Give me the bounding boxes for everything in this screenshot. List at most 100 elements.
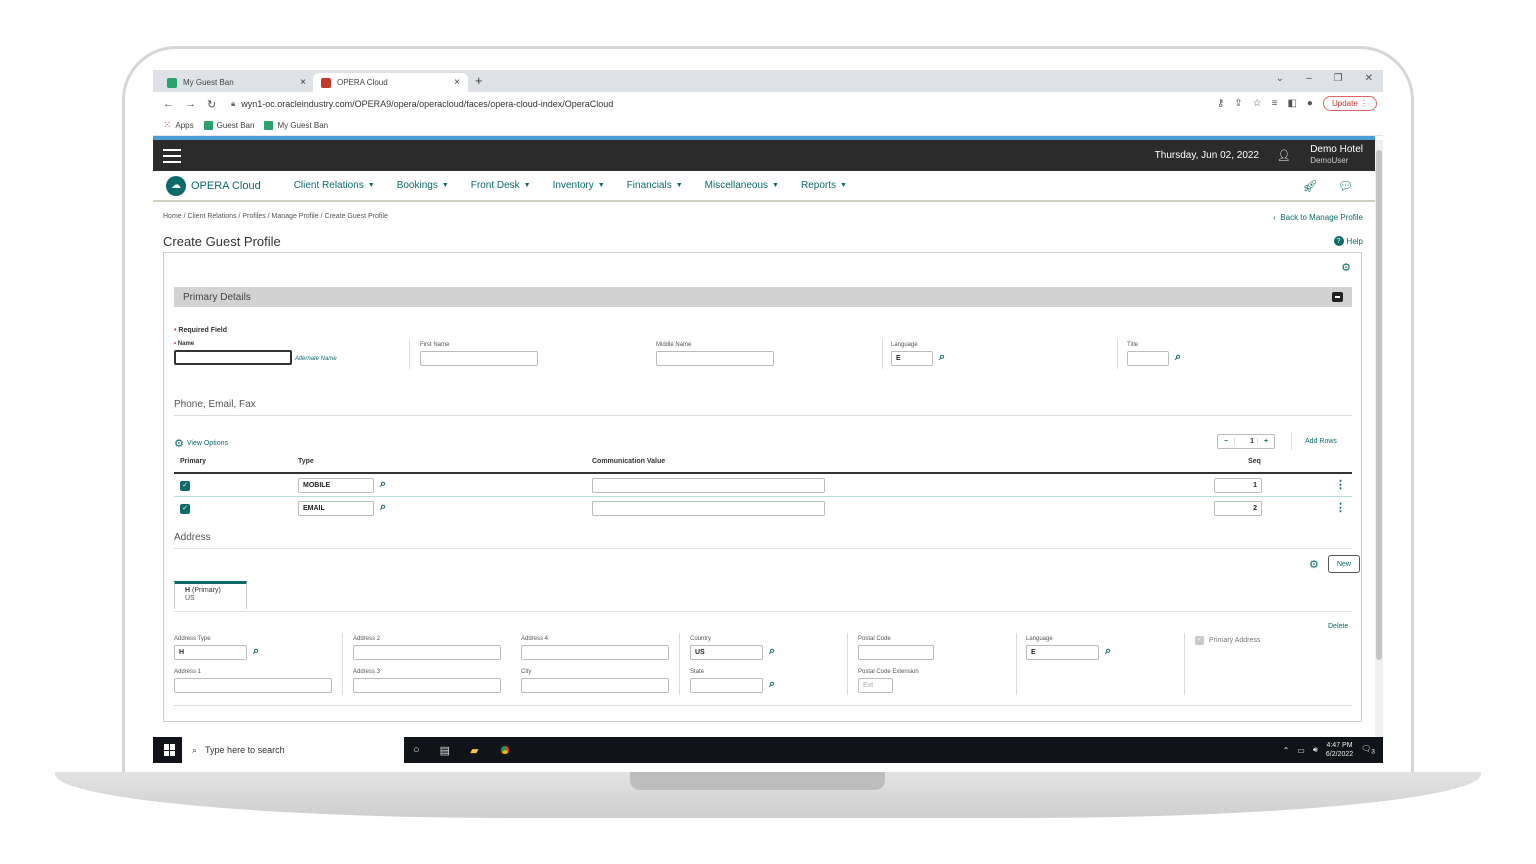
row-actions-kebab-icon[interactable]: ⋮ — [1335, 501, 1346, 514]
url-field[interactable]: 🔒︎ wyn1-oc.oracleindustry.com/OPERA9/ope… — [231, 99, 613, 109]
view-options-link[interactable]: ⚙ View Options — [174, 437, 228, 450]
country-input[interactable]: US — [690, 645, 763, 660]
share-icon[interactable]: ⇪ — [1234, 98, 1242, 109]
new-address-button[interactable]: New — [1328, 555, 1360, 573]
address-language-search-icon[interactable]: ⌕ — [1105, 645, 1111, 658]
language-search-icon[interactable]: ⌕ — [939, 351, 945, 364]
decrement-button[interactable]: − — [1218, 438, 1234, 445]
type-input[interactable]: EMAIL — [298, 501, 374, 516]
collapse-icon[interactable] — [1332, 292, 1343, 302]
browser-tab-guest-ban[interactable]: My Guest Ban × — [159, 73, 314, 92]
hotel-user-info[interactable]: Demo Hotel DemoUser — [1310, 144, 1363, 166]
rows-stepper[interactable]: − 1 + — [1217, 434, 1275, 449]
state-input[interactable] — [690, 678, 763, 693]
primary-details-header[interactable]: Primary Details — [174, 287, 1352, 307]
rocket-icon[interactable]: 🚀︎ — [1303, 179, 1318, 193]
browser-tab-opera-cloud[interactable]: OPERA Cloud × — [313, 73, 468, 92]
restore-button[interactable]: ❐ — [1334, 73, 1343, 84]
address1-input[interactable] — [174, 678, 332, 693]
user-icon[interactable]: 👤︎ — [1277, 149, 1291, 162]
scrollbar-thumb[interactable] — [1376, 150, 1382, 660]
page-scrollbar[interactable] — [1375, 140, 1383, 740]
primary-checkbox[interactable]: ✓ — [180, 481, 190, 491]
close-tab-icon[interactable]: × — [300, 77, 306, 88]
address-language-input[interactable]: E — [1026, 645, 1099, 660]
hamburger-menu-icon[interactable] — [163, 148, 181, 163]
country-search-icon[interactable]: ⌕ — [769, 645, 775, 658]
bookmark-my-guest-ban[interactable]: My Guest Ban — [264, 121, 328, 130]
title-input[interactable] — [1127, 351, 1169, 366]
menu-bookings[interactable]: Bookings ▼ — [397, 180, 449, 191]
tray-chevron-icon[interactable]: ⌃ — [1283, 746, 1290, 755]
back-arrow-icon[interactable]: ← — [163, 98, 175, 110]
menu-miscellaneous[interactable]: Miscellaneous ▼ — [705, 180, 779, 191]
address-type-input[interactable]: H — [174, 645, 247, 660]
file-explorer-icon[interactable]: ▰ — [470, 744, 478, 757]
menu-reports[interactable]: Reports ▼ — [801, 180, 847, 191]
chat-icon[interactable]: 💬︎ — [1338, 179, 1353, 193]
volume-icon[interactable]: 🔊︎ — [1313, 745, 1318, 755]
breadcrumb[interactable]: Home / Client Relations / Profiles / Man… — [163, 213, 388, 220]
bookmark-guest-ban[interactable]: Guest Ban — [203, 121, 254, 130]
alternate-name-link[interactable]: Alternate Name — [295, 356, 337, 362]
update-button[interactable]: Update ⋮ — [1322, 96, 1377, 111]
address4-input[interactable] — [521, 645, 669, 660]
chrome-icon[interactable] — [498, 744, 511, 756]
state-search-icon[interactable]: ⌕ — [769, 678, 775, 691]
taskbar-search[interactable]: ⌕ Type here to search — [182, 737, 404, 763]
forward-arrow-icon[interactable]: → — [185, 98, 197, 110]
city-input[interactable] — [521, 678, 669, 693]
close-tab-icon[interactable]: × — [454, 77, 460, 88]
network-icon[interactable]: ▭ — [1297, 746, 1305, 755]
type-search-icon[interactable]: ⌕ — [380, 478, 386, 491]
task-view-icon[interactable]: ▤ — [440, 744, 450, 757]
reading-list-icon[interactable]: ≡ — [1272, 98, 1278, 109]
menu-inventory[interactable]: Inventory ▼ — [553, 180, 605, 191]
name-input[interactable] — [174, 350, 292, 365]
address3-input[interactable] — [353, 678, 501, 693]
primary-address-checkbox[interactable]: ✓ Primary Address — [1195, 636, 1260, 645]
back-to-manage-profile-link[interactable]: ‹ Back to Manage Profile — [1273, 213, 1363, 222]
key-icon[interactable]: ⚷ — [1217, 98, 1224, 109]
reload-icon[interactable]: ↻ — [207, 98, 219, 111]
seq-input[interactable]: 1 — [1214, 478, 1262, 493]
primary-checkbox[interactable]: ✓ — [180, 504, 190, 514]
opera-cloud-logo[interactable]: ☁︎ OPERA Cloud — [166, 175, 261, 196]
seq-input[interactable]: 2 — [1214, 501, 1262, 516]
address-type-search-icon[interactable]: ⌕ — [253, 645, 259, 658]
taskbar-clock[interactable]: 4:47 PM 6/2/2022 — [1326, 741, 1353, 759]
menu-financials[interactable]: Financials ▼ — [627, 180, 683, 191]
star-icon[interactable]: ☆ — [1253, 98, 1262, 109]
communication-value-input[interactable] — [592, 478, 825, 493]
address2-input[interactable] — [353, 645, 501, 660]
address-settings-gear-icon[interactable]: ⚙ — [1309, 558, 1319, 571]
rows-count[interactable]: 1 — [1234, 438, 1258, 445]
minimize-button[interactable]: – — [1306, 73, 1312, 84]
settings-gear-icon[interactable]: ⚙ — [1341, 261, 1351, 274]
postal-code-input[interactable] — [858, 645, 934, 660]
address-tab-primary[interactable]: H (Primary) US — [174, 581, 247, 609]
increment-button[interactable]: + — [1258, 438, 1274, 445]
menu-client-relations[interactable]: Client Relations ▼ — [294, 180, 375, 191]
windows-start-icon[interactable] — [164, 744, 176, 756]
type-search-icon[interactable]: ⌕ — [380, 501, 386, 514]
new-tab-button[interactable]: + — [475, 73, 483, 88]
row-actions-kebab-icon[interactable]: ⋮ — [1335, 478, 1346, 491]
delete-address-link[interactable]: Delete — [1328, 623, 1348, 630]
communication-value-input[interactable] — [592, 501, 825, 516]
type-input[interactable]: MOBILE — [298, 478, 374, 493]
help-link[interactable]: ? Help — [1333, 236, 1363, 246]
profile-avatar-icon[interactable]: ● — [1307, 98, 1313, 109]
bookmark-apps[interactable]: ⁙ Apps — [163, 120, 194, 131]
menu-front-desk[interactable]: Front Desk ▼ — [471, 180, 531, 191]
postal-ext-input[interactable]: Ext — [858, 678, 893, 693]
notifications-icon[interactable]: 🗨︎3 — [1361, 744, 1375, 756]
first-name-input[interactable] — [420, 351, 538, 366]
add-rows-button[interactable]: Add Rows — [1305, 438, 1337, 445]
language-input[interactable]: E — [891, 351, 933, 366]
middle-name-input[interactable] — [656, 351, 774, 366]
close-window-button[interactable]: ✕ — [1365, 73, 1373, 84]
title-search-icon[interactable]: ⌕ — [1175, 351, 1181, 364]
side-panel-icon[interactable]: ◧ — [1287, 98, 1296, 109]
tab-search-icon[interactable]: ⌄ — [1276, 73, 1284, 84]
